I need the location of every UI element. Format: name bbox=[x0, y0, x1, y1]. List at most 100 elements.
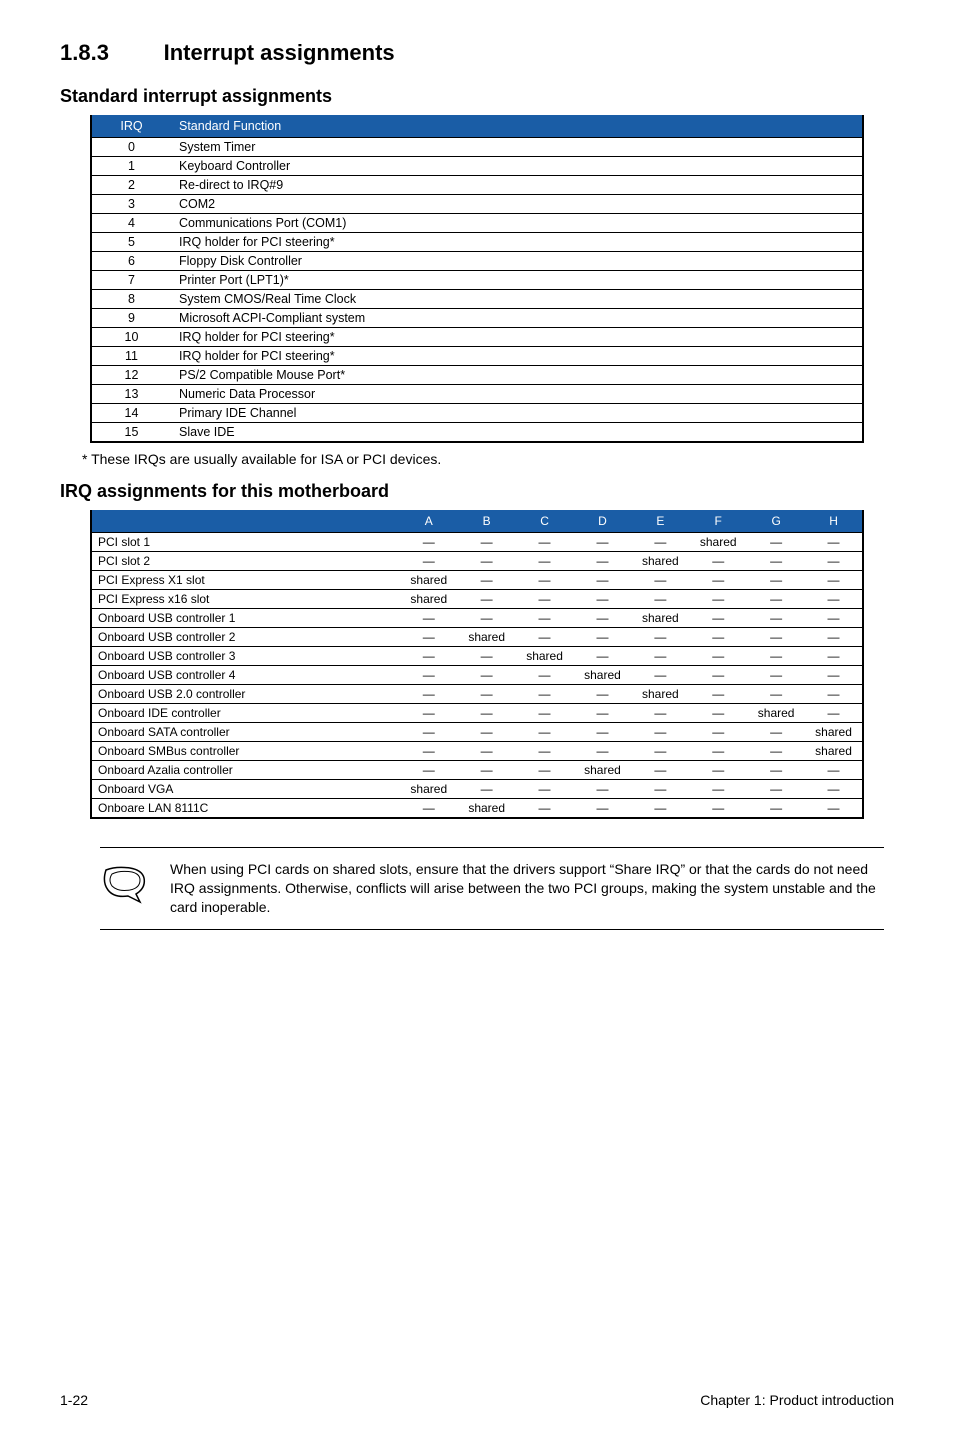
table-row: 0System Timer bbox=[91, 138, 863, 157]
irq-function: IRQ holder for PCI steering* bbox=[171, 347, 863, 366]
col-header: F bbox=[689, 510, 747, 533]
irq-function: Printer Port (LPT1)* bbox=[171, 271, 863, 290]
assignment-cell: — bbox=[689, 666, 747, 685]
table-row: Onboard USB controller 1————shared——— bbox=[91, 609, 863, 628]
assignment-cell: — bbox=[805, 571, 863, 590]
assignment-cell: — bbox=[747, 799, 805, 819]
irq-number: 9 bbox=[91, 309, 171, 328]
assignment-cell: — bbox=[516, 590, 574, 609]
assignment-cell: — bbox=[516, 799, 574, 819]
table-row: 6Floppy Disk Controller bbox=[91, 252, 863, 271]
assignment-cell: — bbox=[631, 704, 689, 723]
table-row: 7Printer Port (LPT1)* bbox=[91, 271, 863, 290]
assignment-cell: — bbox=[689, 647, 747, 666]
assignment-cell: — bbox=[805, 590, 863, 609]
irq-function: COM2 bbox=[171, 195, 863, 214]
device-label: Onboard USB 2.0 controller bbox=[91, 685, 400, 704]
assignment-cell: — bbox=[400, 552, 458, 571]
irq-function: Communications Port (COM1) bbox=[171, 214, 863, 233]
table-row: Onboard USB controller 4———shared———— bbox=[91, 666, 863, 685]
irq-number: 6 bbox=[91, 252, 171, 271]
assignment-cell: — bbox=[631, 666, 689, 685]
irq-number: 0 bbox=[91, 138, 171, 157]
table-row: Onboard Azalia controller———shared———— bbox=[91, 761, 863, 780]
subheading-standard: Standard interrupt assignments bbox=[60, 86, 894, 107]
assignment-cell: — bbox=[516, 780, 574, 799]
table-row: PCI Express x16 slotshared——————— bbox=[91, 590, 863, 609]
assignment-cell: — bbox=[574, 533, 632, 552]
assignment-cell: — bbox=[574, 704, 632, 723]
table-row: PCI slot 1—————shared—— bbox=[91, 533, 863, 552]
table-row: PCI Express X1 slotshared——————— bbox=[91, 571, 863, 590]
irq-number: 14 bbox=[91, 404, 171, 423]
assignment-cell: shared bbox=[400, 590, 458, 609]
assignment-cell: — bbox=[574, 742, 632, 761]
irq-function: Keyboard Controller bbox=[171, 157, 863, 176]
col-irq: IRQ bbox=[91, 115, 171, 138]
assignment-cell: — bbox=[458, 552, 516, 571]
assignment-cell: — bbox=[516, 552, 574, 571]
irq-number: 1 bbox=[91, 157, 171, 176]
assignment-cell: — bbox=[631, 571, 689, 590]
note-text: When using PCI cards on shared slots, en… bbox=[170, 860, 884, 917]
device-label: Onboard USB controller 4 bbox=[91, 666, 400, 685]
assignment-cell: — bbox=[400, 533, 458, 552]
assignment-cell: — bbox=[747, 723, 805, 742]
irq-function: Re-direct to IRQ#9 bbox=[171, 176, 863, 195]
assignment-cell: — bbox=[689, 704, 747, 723]
assignment-cell: — bbox=[747, 552, 805, 571]
assignment-cell: — bbox=[458, 571, 516, 590]
col-function: Standard Function bbox=[171, 115, 863, 138]
device-label: PCI slot 2 bbox=[91, 552, 400, 571]
assignment-cell: — bbox=[574, 628, 632, 647]
assignment-cell: — bbox=[516, 666, 574, 685]
assignment-cell: — bbox=[805, 552, 863, 571]
page-number: 1-22 bbox=[60, 1392, 88, 1408]
device-label: Onboard IDE controller bbox=[91, 704, 400, 723]
assignment-cell: — bbox=[458, 704, 516, 723]
irq-assignments-table: ABCDEFGH PCI slot 1—————shared——PCI slot… bbox=[90, 510, 864, 819]
table-row: 8System CMOS/Real Time Clock bbox=[91, 290, 863, 309]
assignment-cell: shared bbox=[400, 780, 458, 799]
assignment-cell: — bbox=[747, 685, 805, 704]
assignment-cell: — bbox=[689, 609, 747, 628]
assignment-cell: — bbox=[516, 761, 574, 780]
assignment-cell: — bbox=[400, 685, 458, 704]
table-row: Onboard VGAshared——————— bbox=[91, 780, 863, 799]
table-row: 15Slave IDE bbox=[91, 423, 863, 443]
section-title: Interrupt assignments bbox=[164, 40, 395, 65]
assignment-cell: — bbox=[574, 647, 632, 666]
table-row: PCI slot 2————shared——— bbox=[91, 552, 863, 571]
assignment-cell: — bbox=[516, 723, 574, 742]
irq-number: 4 bbox=[91, 214, 171, 233]
assignment-cell: — bbox=[689, 723, 747, 742]
page-footer: 1-22 Chapter 1: Product introduction bbox=[60, 1392, 894, 1408]
table-row: Onboard IDE controller——————shared— bbox=[91, 704, 863, 723]
irq-function: PS/2 Compatible Mouse Port* bbox=[171, 366, 863, 385]
assignment-cell: — bbox=[574, 780, 632, 799]
assignment-cell: — bbox=[516, 704, 574, 723]
assignment-cell: — bbox=[458, 742, 516, 761]
assignment-cell: — bbox=[631, 799, 689, 819]
device-label: Onboard USB controller 2 bbox=[91, 628, 400, 647]
table-row: Onboard SATA controller———————shared bbox=[91, 723, 863, 742]
standard-irq-table: IRQ Standard Function 0System Timer1Keyb… bbox=[90, 115, 864, 443]
irq-number: 7 bbox=[91, 271, 171, 290]
table-row: 11IRQ holder for PCI steering* bbox=[91, 347, 863, 366]
chapter-label: Chapter 1: Product introduction bbox=[700, 1392, 894, 1408]
irq-number: 15 bbox=[91, 423, 171, 443]
table-row: Onboard USB controller 2—shared—————— bbox=[91, 628, 863, 647]
table-row: Onboard USB controller 3——shared————— bbox=[91, 647, 863, 666]
device-label: Onboard USB controller 1 bbox=[91, 609, 400, 628]
irq-number: 5 bbox=[91, 233, 171, 252]
assignment-cell: — bbox=[631, 780, 689, 799]
assignment-cell: — bbox=[458, 723, 516, 742]
assignment-cell: shared bbox=[400, 571, 458, 590]
assignment-cell: shared bbox=[458, 628, 516, 647]
assignment-cell: — bbox=[458, 609, 516, 628]
device-label: PCI Express X1 slot bbox=[91, 571, 400, 590]
irq-function: Slave IDE bbox=[171, 423, 863, 443]
device-label: PCI slot 1 bbox=[91, 533, 400, 552]
table-row: 4Communications Port (COM1) bbox=[91, 214, 863, 233]
assignment-cell: — bbox=[747, 628, 805, 647]
